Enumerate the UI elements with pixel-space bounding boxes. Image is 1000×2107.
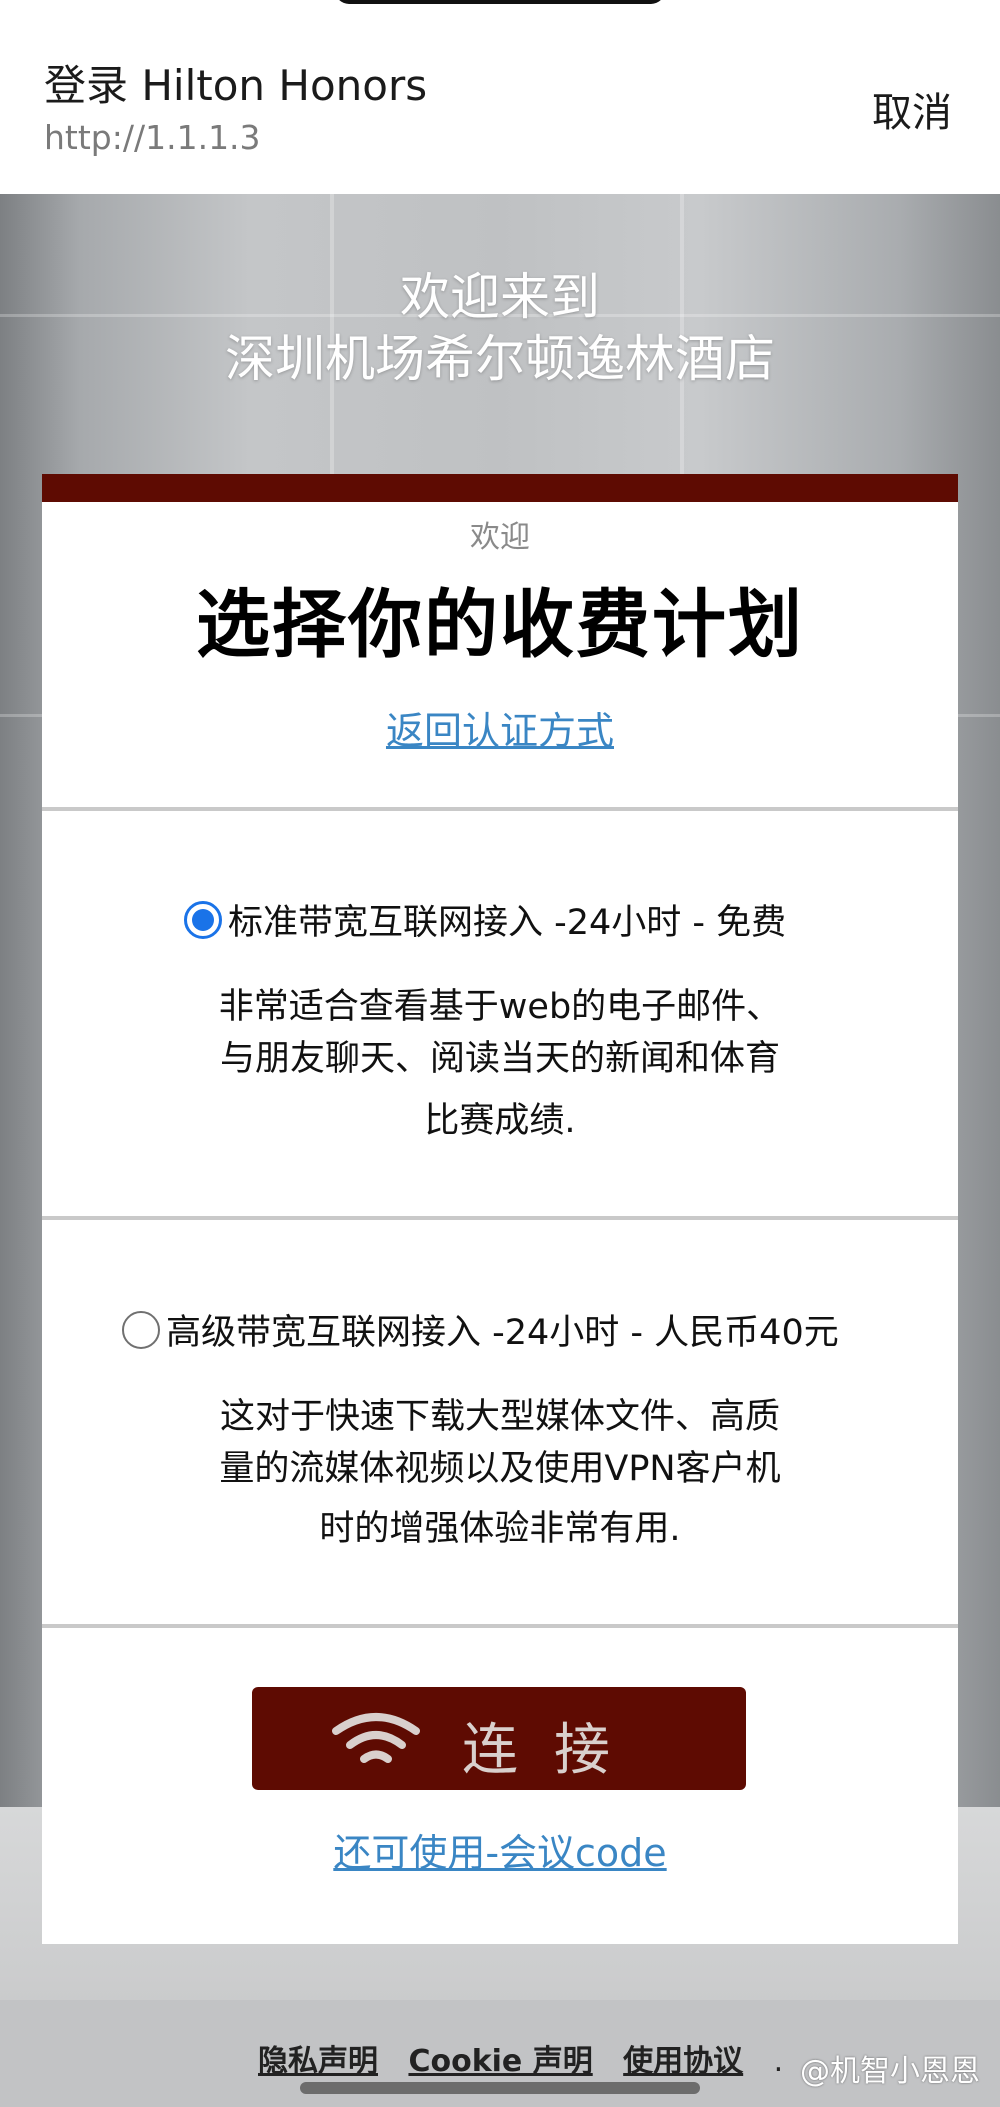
plan-option-standard[interactable]: 标准带宽互联网接入 -24小时 - 免费 [184,894,786,945]
section-divider [42,807,958,811]
meeting-code-link[interactable]: 还可使用-会议code [0,1822,1000,1877]
plan-option-premium[interactable]: 高级带宽互联网接入 -24小时 - 人民币40元 [122,1304,839,1355]
cancel-button[interactable]: 取消 [872,80,952,138]
plan-standard-label: 标准带宽互联网接入 -24小时 - 免费 [228,903,787,943]
plan-standard-desc-line3: 比赛成绩. [424,1101,576,1141]
plan-premium-desc-line1: 这对于快速下载大型媒体文件、高质 [219,1397,780,1437]
watermark: @机智小恩恩 [800,2054,980,2089]
plan-standard-radio[interactable] [184,900,222,939]
footer-links: 隐私声明 Cookie 声明 使用协议 . [258,2036,783,2080]
section-divider [42,1216,958,1220]
plan-premium-radio[interactable] [122,1310,160,1349]
plan-premium-desc-line2: 量的流媒体视频以及使用VPN客户机 [219,1449,781,1489]
home-indicator [300,2082,700,2094]
privacy-link[interactable]: 隐私声明 [258,2044,378,2079]
plan-premium-label: 高级带宽互联网接入 -24小时 - 人民币40元 [166,1313,839,1353]
connect-label: 连接 [462,1718,646,1783]
terms-link[interactable]: 使用协议 [623,2044,743,2079]
section-divider [42,1624,958,1628]
plan-standard-desc-line2: 与朋友聊天、阅读当天的新闻和体育 [219,1039,780,1079]
back-to-auth-link[interactable]: 返回认证方式 [0,700,1000,755]
hero-hotel-name: 深圳机场希尔顿逸林酒店 [225,330,775,388]
cookie-link[interactable]: Cookie 声明 [408,2044,592,2079]
login-sheet-header: 登录 Hilton Honors http://1.1.1.3 取消 [0,0,1000,194]
device-notch [335,0,665,4]
login-title: 登录 Hilton Honors [44,61,428,110]
plan-premium-desc-line3: 时的增强体验非常有用. [319,1509,681,1549]
wifi-icon [332,1713,420,1763]
page-title: 选择你的收费计划 [196,582,804,668]
card-brand-bar [42,474,958,502]
footer-trailing-dot: . [773,2044,784,2079]
login-url: http://1.1.1.3 [44,118,261,157]
card-welcome-label: 欢迎 [470,520,530,555]
connect-button[interactable]: 连接 [252,1687,746,1790]
plan-standard-desc-line1: 非常适合查看基于web的电子邮件、 [218,987,782,1027]
hero-welcome-line1: 欢迎来到 [400,268,600,326]
